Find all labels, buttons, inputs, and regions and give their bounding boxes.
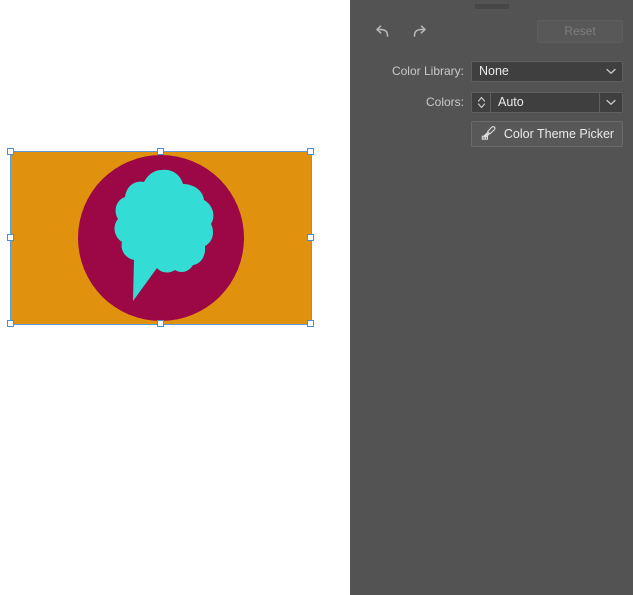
selection-handle-middle-right[interactable] [307,234,314,241]
selection-handle-bottom-left[interactable] [7,320,14,327]
selected-artwork-group[interactable] [7,148,314,327]
recolor-artwork-panel: Reset Color Library: None Colors: Auto C… [350,0,633,595]
color-library-value: None [479,64,509,78]
chevron-down-icon [600,68,622,75]
color-library-label: Color Library: [391,64,464,78]
panel-toolbar: Reset [350,18,623,44]
colors-stepper[interactable] [471,91,490,113]
selection-handle-top-center[interactable] [157,148,164,155]
chevron-down-icon [599,92,622,112]
colors-row: Colors: Auto [350,91,623,113]
color-library-select[interactable]: None [471,60,623,82]
colors-label: Colors: [425,95,464,109]
color-library-row: Color Library: None [350,60,623,82]
redo-arrow-icon[interactable] [404,18,434,44]
undo-arrow-icon[interactable] [368,18,398,44]
color-theme-picker-button[interactable]: Color Theme Picker [471,121,623,147]
application-window: Reset Color Library: None Colors: Auto C… [0,0,633,595]
selection-handle-bottom-right[interactable] [307,320,314,327]
selection-handle-bottom-center[interactable] [157,320,164,327]
selection-handle-top-left[interactable] [7,148,14,155]
eyedropper-icon [480,125,498,144]
color-theme-picker-label: Color Theme Picker [503,127,615,141]
canvas-area[interactable] [0,0,350,595]
selection-handle-top-right[interactable] [307,148,314,155]
artwork-speech-bubble-blob[interactable] [103,164,223,304]
panel-drag-handle[interactable] [474,4,509,9]
selection-handle-middle-left[interactable] [7,234,14,241]
colors-value: Auto [498,95,524,109]
reset-button[interactable]: Reset [537,19,623,43]
colors-select[interactable]: Auto [490,91,623,113]
